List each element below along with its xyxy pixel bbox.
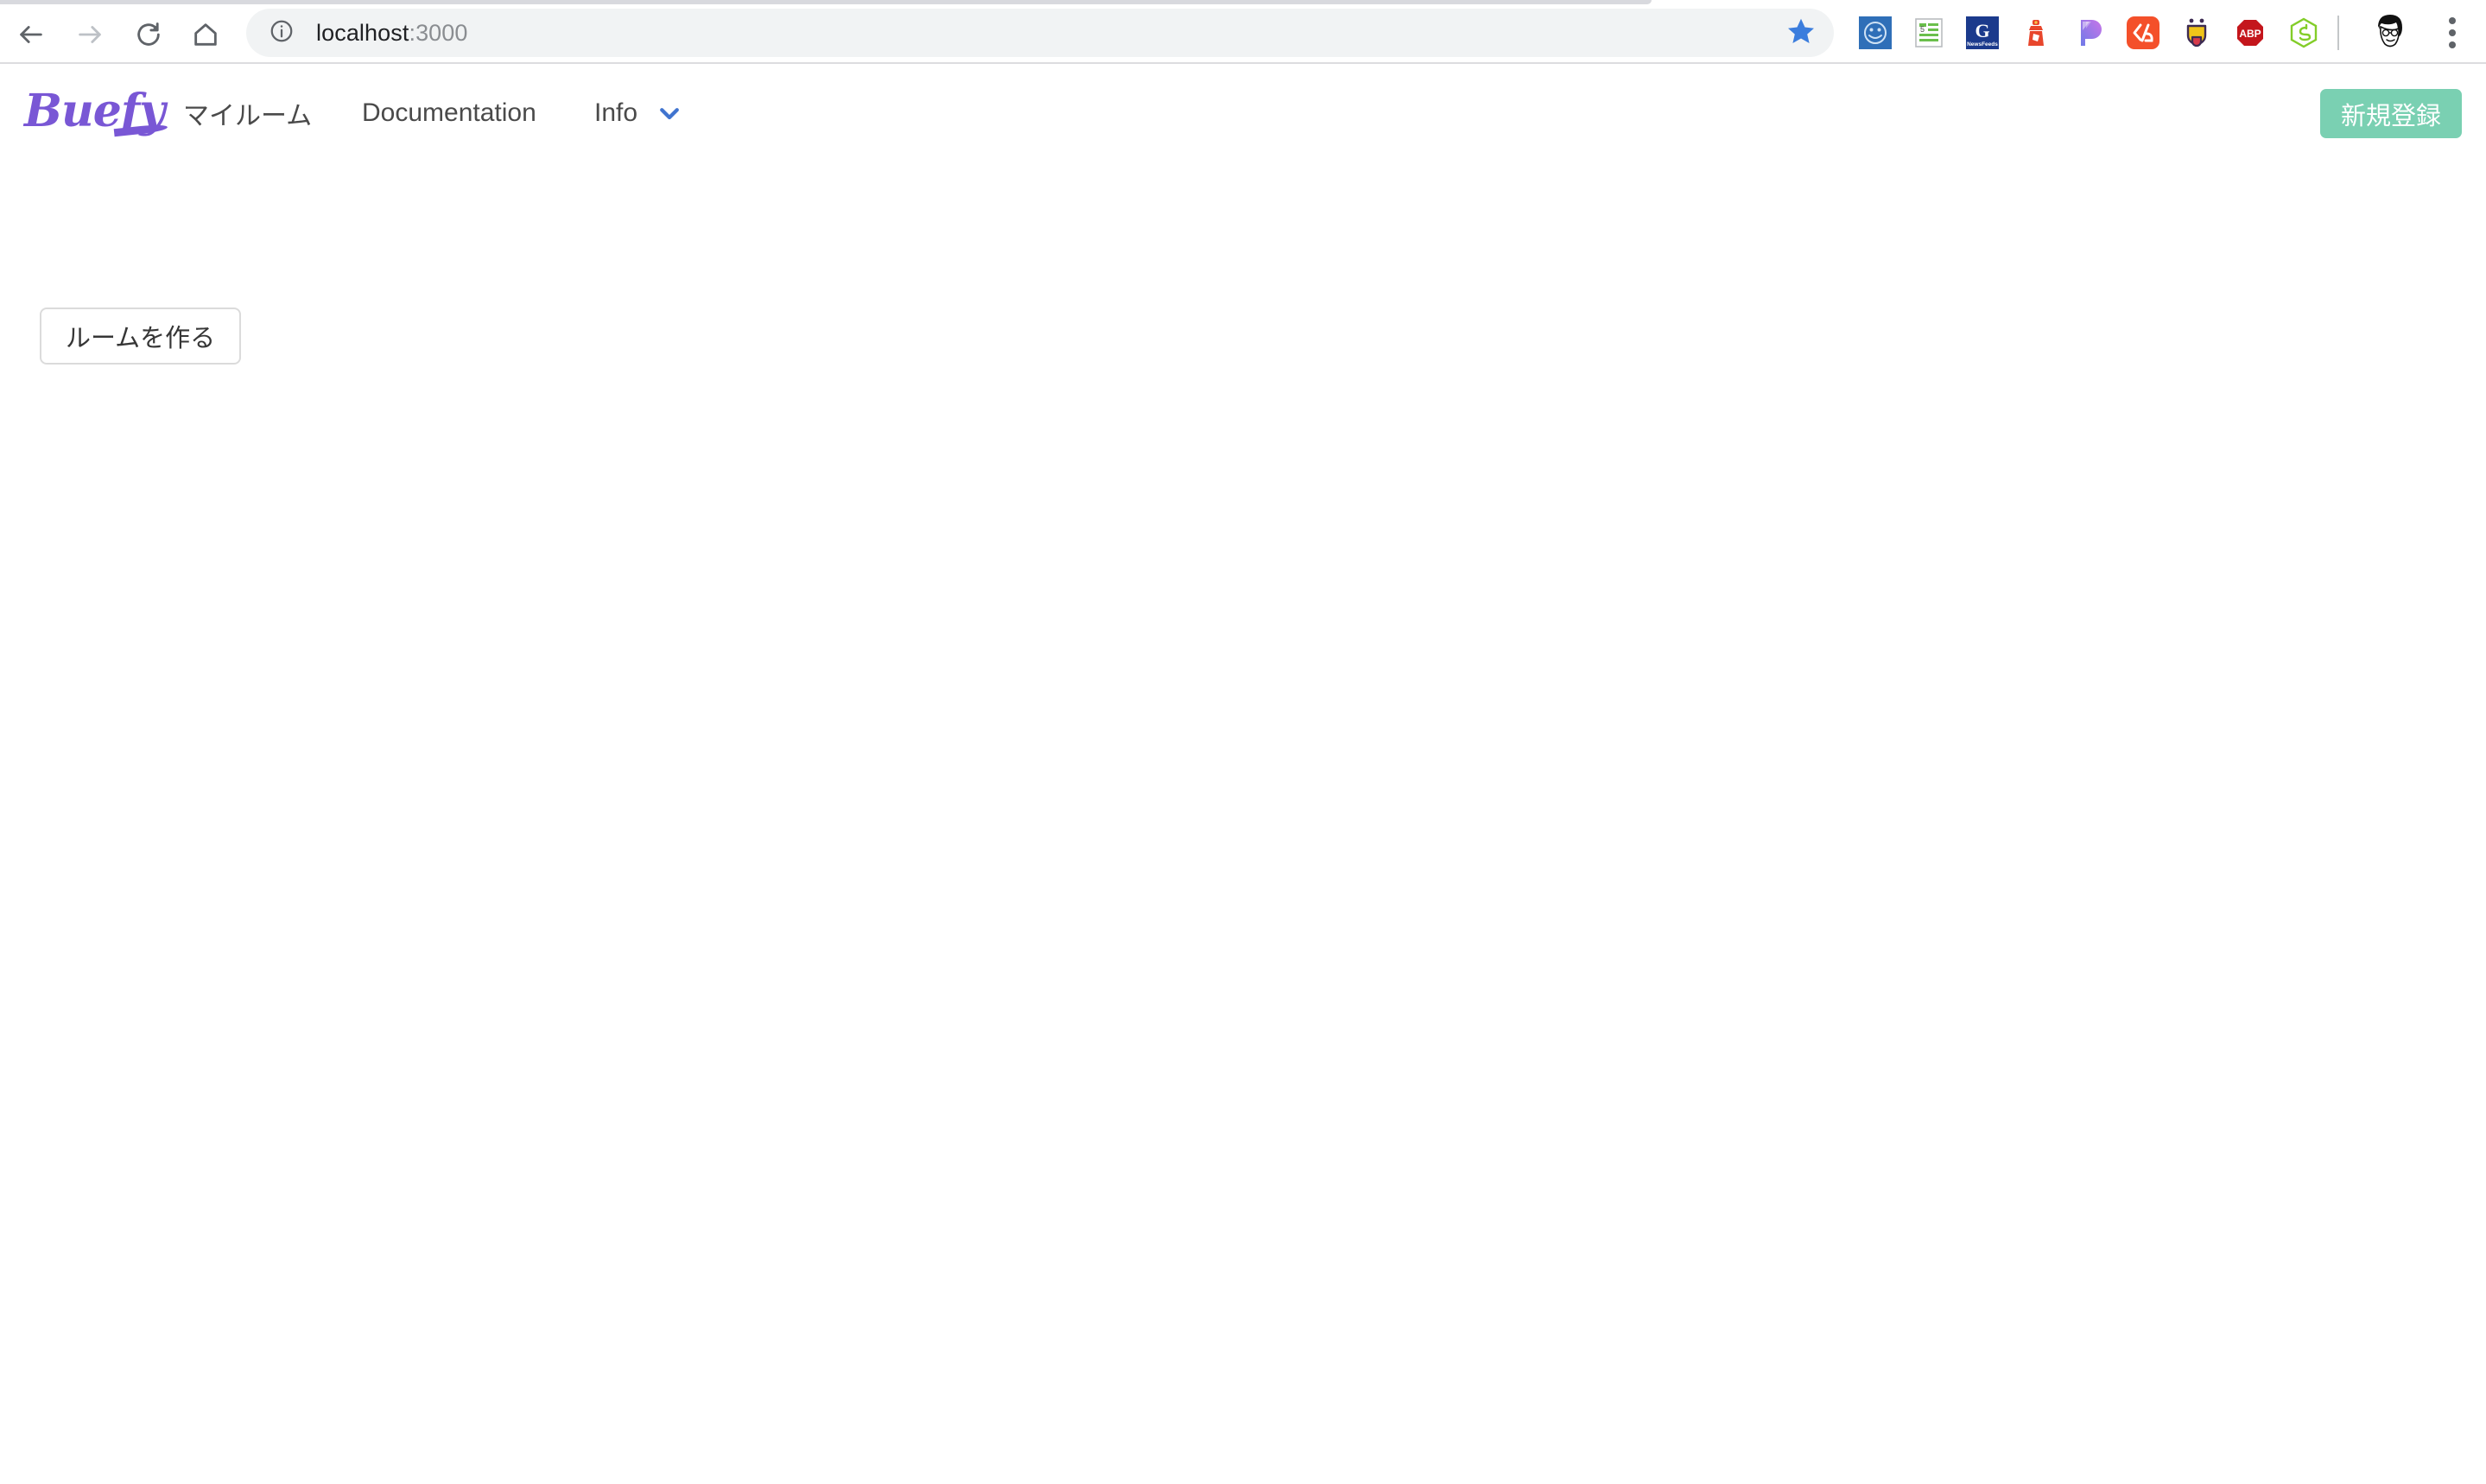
forward-button[interactable]	[67, 12, 112, 57]
nav-item-info[interactable]: Info	[594, 66, 682, 161]
site-info-button[interactable]	[264, 16, 299, 50]
svg-text:G: G	[1975, 20, 1989, 41]
tongue-face-extension-icon[interactable]	[2170, 9, 2223, 57]
menu-dot	[2449, 29, 2456, 36]
adblock-plus-extension-icon[interactable]: ABP	[2223, 9, 2277, 57]
home-button[interactable]	[183, 12, 228, 57]
code-percent-extension-icon[interactable]	[2116, 9, 2170, 57]
star-filled-icon	[1785, 16, 1817, 51]
main-area: ルームを作る	[0, 161, 2486, 1484]
svg-text:5: 5	[1920, 25, 1925, 34]
newsfeed-reader-extension-icon[interactable]: 5	[1902, 9, 1956, 57]
tab-strip-edge	[0, 0, 1652, 4]
chevron-down-icon	[656, 100, 682, 126]
url-text: localhost:3000	[316, 20, 468, 47]
browser-chrome: localhost:3000 5 G NewsFeeds ABP	[0, 0, 2486, 64]
info-circle-icon	[269, 18, 295, 48]
forward-arrow-icon	[75, 20, 105, 49]
page-content: Buefy マイルーム Documentation Info 新規登録 ルームを…	[0, 66, 2486, 1484]
lighthouse-extension-icon[interactable]	[2009, 9, 2063, 57]
create-room-button[interactable]: ルームを作る	[40, 308, 242, 365]
toolbar-divider	[2337, 16, 2339, 50]
google-newsfeeds-extension-icon[interactable]: G NewsFeeds	[1956, 9, 2009, 57]
svg-text:NewsFeeds: NewsFeeds	[1967, 41, 1998, 48]
signup-button[interactable]: 新規登録	[2319, 89, 2462, 138]
back-arrow-icon	[16, 20, 46, 49]
nav-item-info-label: Info	[594, 98, 638, 127]
profile-button[interactable]	[2367, 10, 2413, 56]
home-icon	[191, 20, 220, 49]
nav-item-documentation[interactable]: Documentation	[362, 66, 536, 161]
nav-item-documentation-label: Documentation	[362, 98, 536, 127]
address-bar[interactable]: localhost:3000	[246, 9, 1834, 57]
extensions-tray: 5 G NewsFeeds ABP	[1849, 9, 2331, 57]
site-navbar: Buefy マイルーム Documentation Info 新規登録	[0, 66, 2486, 161]
smiley-face-extension-icon[interactable]	[1849, 9, 1902, 57]
nav-item-myroom[interactable]: マイルーム	[183, 66, 312, 161]
svg-text:ABP: ABP	[2239, 28, 2261, 40]
nodejs-extension-icon[interactable]	[2277, 9, 2331, 57]
reload-button[interactable]	[126, 12, 171, 57]
pocket-gradient-extension-icon[interactable]	[2063, 9, 2116, 57]
bookmark-star-button[interactable]	[1784, 16, 1818, 50]
brand-logo[interactable]: Buefy	[24, 85, 165, 137]
chrome-menu-button[interactable]	[2429, 10, 2476, 56]
avatar-icon	[2370, 11, 2410, 55]
menu-dot	[2449, 17, 2456, 24]
nav-item-myroom-label: マイルーム	[183, 102, 313, 130]
reload-icon	[134, 20, 163, 49]
url-host: localhost	[316, 19, 409, 46]
back-button[interactable]	[9, 12, 54, 57]
url-suffix: :3000	[409, 19, 468, 46]
menu-dot	[2449, 41, 2456, 48]
